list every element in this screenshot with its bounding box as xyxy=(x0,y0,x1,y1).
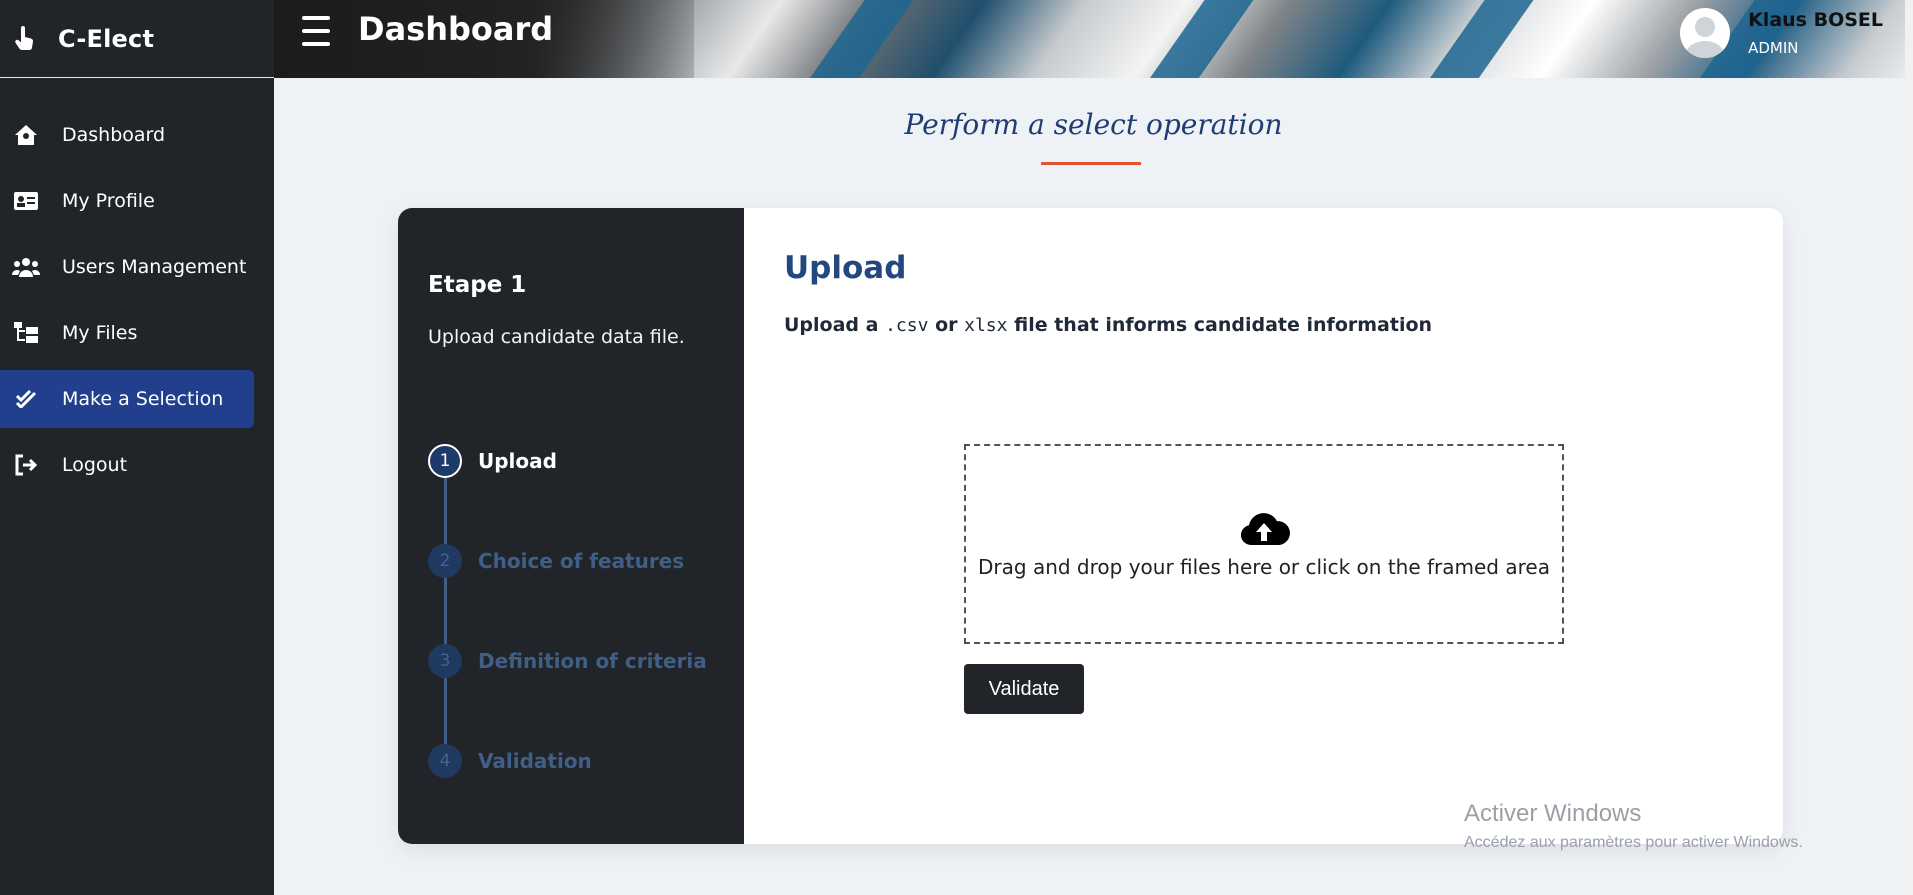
step-label: Definition of criteria xyxy=(478,649,707,673)
step-number: 1 xyxy=(428,444,462,478)
sidebar-item-label: Users Management xyxy=(62,256,247,278)
logout-icon xyxy=(12,453,40,477)
ext-csv: .csv xyxy=(885,315,929,336)
sidebar-item-my-profile[interactable]: My Profile xyxy=(0,172,254,230)
header-decor xyxy=(1383,0,1565,78)
sidebar-item-label: Dashboard xyxy=(62,124,166,146)
etape-description: Upload candidate data file. xyxy=(428,326,685,348)
avatar xyxy=(1680,8,1731,58)
step-choice-of-features: 2 Choice of features xyxy=(428,544,707,578)
section-heading: Perform a select operation xyxy=(904,108,1283,141)
step-number: 3 xyxy=(428,644,462,678)
windows-watermark: Activer Windows Accédez aux paramètres p… xyxy=(1464,800,1803,852)
menu-toggle-icon[interactable] xyxy=(302,16,330,46)
user-role: ADMIN xyxy=(1748,39,1799,57)
sidebar-item-label: Make a Selection xyxy=(62,388,224,410)
heading-underline xyxy=(1041,162,1141,165)
sidebar-nav: Dashboard My Profile Users Management My… xyxy=(0,106,274,494)
step-connector xyxy=(444,478,447,778)
sidebar-item-my-files[interactable]: My Files xyxy=(0,304,254,362)
sidebar-item-label: My Files xyxy=(62,322,138,344)
step-label: Choice of features xyxy=(478,549,685,573)
desc-suffix: file that informs candidate information xyxy=(1014,314,1433,336)
user-name: Klaus BOSEL xyxy=(1748,9,1883,31)
sidebar-item-label: Logout xyxy=(62,454,128,476)
sidebar-item-dashboard[interactable]: Dashboard xyxy=(0,106,254,164)
upload-title: Upload xyxy=(784,250,907,286)
ext-xlsx: xlsx xyxy=(964,315,1008,336)
sidebar-item-logout[interactable]: Logout xyxy=(0,436,254,494)
etape-title: Etape 1 xyxy=(428,272,527,298)
dropzone-text: Drag and drop your files here or click o… xyxy=(978,555,1550,579)
validate-button[interactable]: Validate xyxy=(964,664,1084,714)
hand-pointer-icon xyxy=(12,25,36,53)
desc-prefix: Upload a xyxy=(784,314,879,336)
users-icon xyxy=(12,255,40,279)
brand[interactable]: C-Elect xyxy=(0,0,274,78)
watermark-line-2: Accédez aux paramètres pour activer Wind… xyxy=(1464,834,1803,851)
step-upload: 1 Upload xyxy=(428,444,707,478)
file-dropzone[interactable]: Drag and drop your files here or click o… xyxy=(964,444,1564,644)
step-number: 4 xyxy=(428,744,462,778)
check-double-icon xyxy=(12,387,40,411)
steps-panel: Etape 1 Upload candidate data file. 1 Up… xyxy=(398,208,744,844)
page-title: Dashboard xyxy=(358,10,554,48)
header-decor xyxy=(763,0,945,78)
top-header: Dashboard Klaus BOSEL ADMIN xyxy=(274,0,1913,78)
step-definition-of-criteria: 3 Definition of criteria xyxy=(428,644,707,678)
step-number: 2 xyxy=(428,544,462,578)
step-validation: 4 Validation xyxy=(428,744,707,778)
step-label: Validation xyxy=(478,749,592,773)
sidebar: C-Elect Dashboard My Profile Users Manag… xyxy=(0,0,274,895)
brand-name: C-Elect xyxy=(58,24,155,53)
wizard-card: Etape 1 Upload candidate data file. 1 Up… xyxy=(398,208,1783,844)
sidebar-item-users-management[interactable]: Users Management xyxy=(0,238,254,296)
step-list: 1 Upload 2 Choice of features 3 Definiti… xyxy=(428,444,707,844)
watermark-line-1: Activer Windows xyxy=(1464,800,1642,827)
id-card-icon xyxy=(12,189,40,213)
upload-description: Upload a .csv or xlsx file that informs … xyxy=(784,314,1783,336)
sidebar-item-make-a-selection[interactable]: Make a Selection xyxy=(0,370,254,428)
step-label: Upload xyxy=(478,449,557,473)
cloud-upload-icon xyxy=(1237,509,1291,549)
folder-tree-icon xyxy=(12,321,40,345)
user-menu[interactable]: Klaus BOSEL ADMIN xyxy=(1680,8,1883,58)
home-icon xyxy=(12,123,40,147)
upload-panel: Upload Upload a .csv or xlsx file that i… xyxy=(744,208,1783,844)
scrollbar[interactable] xyxy=(1905,0,1913,895)
header-decor xyxy=(1103,0,1285,78)
desc-or: or xyxy=(935,314,958,336)
sidebar-item-label: My Profile xyxy=(62,190,155,212)
